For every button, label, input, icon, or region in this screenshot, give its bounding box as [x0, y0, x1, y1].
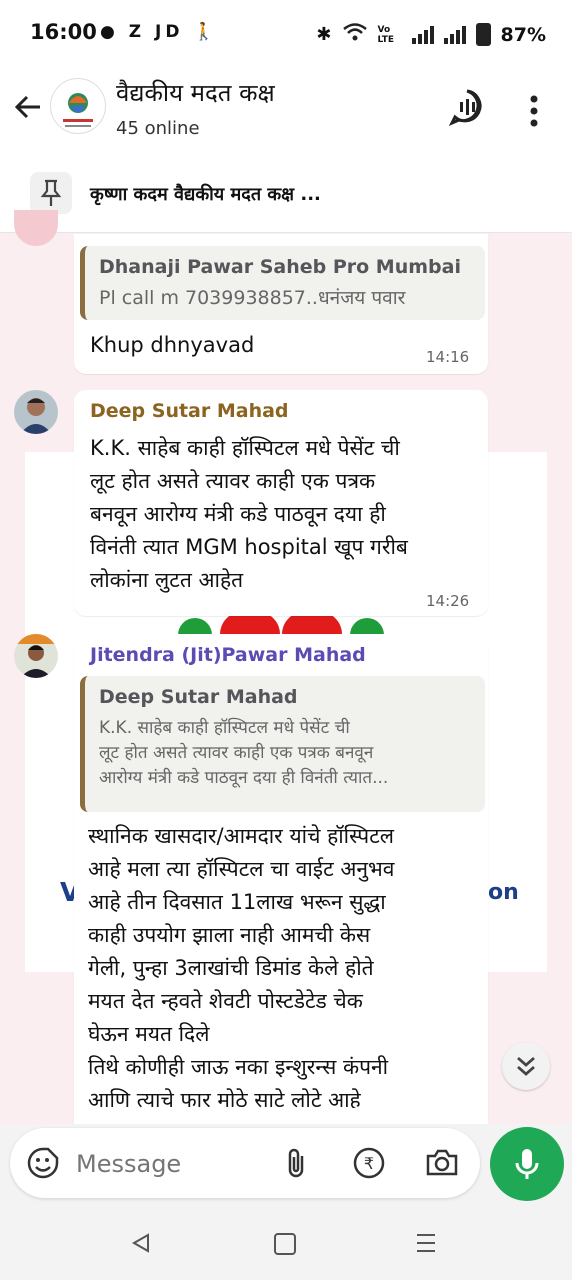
- status-left-icons: ● Z JD 🚶: [100, 22, 219, 42]
- emoji-icon[interactable]: [26, 1146, 60, 1180]
- message-line: आहे तीन दिवसात 11लाख भरून सुद्धा: [88, 890, 386, 914]
- system-nav-bar: [0, 1206, 572, 1280]
- svg-text:₹: ₹: [364, 1154, 374, 1173]
- avatar-partial: [14, 210, 58, 246]
- sender-name[interactable]: Jitendra (Jit)Pawar Mahad: [90, 644, 366, 666]
- pinned-message-text: कृष्णा कदम वैद्यकीय मदत कक्ष ...: [90, 184, 321, 205]
- nav-recents-icon[interactable]: [416, 1232, 436, 1258]
- mic-button[interactable]: [490, 1127, 564, 1201]
- microphone-icon: [515, 1149, 539, 1179]
- message-line: स्थानिक खासदार/आमदार यांचे हॉस्पिटल: [88, 824, 395, 848]
- quoted-line: K.K. साहेब काही हॉस्पिटल मधे पेसेंट ची: [99, 718, 350, 738]
- chat-header: वैद्यकीय मदत कक्ष 45 online: [0, 66, 572, 157]
- background-text: on: [488, 880, 519, 905]
- online-count: 45 online: [116, 118, 200, 139]
- bluetooth-icon: ✱: [316, 24, 332, 45]
- message-line: काही उपयोग झाला नाही आमची केस: [88, 923, 371, 947]
- avatar[interactable]: [14, 390, 58, 434]
- message-line: आहे मला त्या हॉस्पिटल चा वाईट अनुभव: [88, 857, 395, 881]
- message-line: K.K. साहेब काही हॉस्पिटल मधे पेसेंट ची: [90, 436, 400, 460]
- nav-back-icon[interactable]: [130, 1232, 152, 1258]
- message-line: लूट होत असते त्यावर काही एक पत्रक: [90, 469, 376, 493]
- message-line: लोकांना लुटत आहेत: [90, 568, 244, 592]
- message-time: 14:16: [426, 348, 470, 366]
- voice-chat-icon[interactable]: [448, 88, 486, 126]
- pin-icon: [30, 172, 72, 214]
- message-line: गेली, पुन्हा 3लाखांची डिमांड केले होते: [88, 956, 374, 980]
- message-bubble[interactable]: Dhanaji Pawar Saheb Pro Mumbai Pl call m…: [74, 234, 488, 374]
- message-composer[interactable]: ₹: [10, 1128, 480, 1198]
- message-bubble[interactable]: Deep Sutar Mahad K.K. साहेब काही हॉस्पिट…: [74, 390, 488, 616]
- walking-icon: 🚶: [193, 22, 219, 42]
- avatar[interactable]: [14, 634, 58, 678]
- status-time: 16:00: [30, 20, 97, 44]
- quoted-sender: Deep Sutar Mahad: [99, 686, 298, 708]
- pinned-message-bar[interactable]: कृष्णा कदम वैद्यकीय मदत कक्ष ...: [0, 156, 572, 233]
- message-line: विनंती त्यात MGM hospital खूप गरीब: [90, 535, 408, 559]
- signal-icon-2: [443, 25, 466, 44]
- message-text: Khup dhnyavad: [90, 333, 255, 357]
- message-input[interactable]: [74, 1144, 268, 1184]
- quoted-line: आरोग्य मंत्री कडे पाठवून दया ही विनंती त…: [99, 768, 389, 788]
- battery-icon: [475, 23, 491, 46]
- sender-name[interactable]: Deep Sutar Mahad: [90, 400, 289, 422]
- more-options-icon[interactable]: [524, 94, 544, 128]
- message-line: मयत देत न्हवते शेवटी पोस्टडेटेड चेक: [88, 989, 363, 1013]
- double-chevron-down-icon: [517, 1056, 535, 1076]
- chat-bubble-icon: ●: [100, 22, 119, 42]
- status-bar: 16:00 ● Z JD 🚶 ✱ Vo LTE 87%: [0, 0, 572, 66]
- message-line: बनवून आरोग्य मंत्री कडे पाठवून दया ही: [90, 502, 386, 526]
- message-time: 14:26: [426, 592, 470, 610]
- wifi-icon: [342, 22, 368, 47]
- message-line: आणि त्याचे फार मोठे साटे लोटे आहे: [88, 1088, 361, 1108]
- quoted-message[interactable]: Deep Sutar Mahad K.K. साहेब काही हॉस्पिट…: [80, 676, 485, 812]
- camera-icon[interactable]: [424, 1146, 460, 1180]
- nav-home-icon[interactable]: [274, 1233, 296, 1255]
- group-title[interactable]: वैद्यकीय मदत कक्ष: [116, 76, 275, 109]
- rupee-payment-icon[interactable]: ₹: [352, 1146, 386, 1180]
- scroll-to-bottom-button[interactable]: [502, 1042, 550, 1090]
- message-line: तिथे कोणीही जाऊ नका इन्शुरन्स कंपनी: [88, 1055, 389, 1079]
- quoted-message[interactable]: Dhanaji Pawar Saheb Pro Mumbai Pl call m…: [80, 246, 485, 320]
- message-bubble[interactable]: Jitendra (Jit)Pawar Mahad Deep Sutar Mah…: [74, 634, 488, 1124]
- signal-icon: [411, 25, 434, 44]
- back-arrow-icon[interactable]: [10, 92, 46, 128]
- group-avatar[interactable]: [50, 78, 106, 134]
- message-line: घेऊन मयत दिले: [88, 1022, 210, 1046]
- battery-percent: 87%: [500, 23, 546, 46]
- status-right-icons: ✱ Vo LTE 87%: [316, 22, 546, 47]
- attach-icon[interactable]: [282, 1146, 310, 1180]
- quoted-sender: Dhanaji Pawar Saheb Pro Mumbai: [99, 256, 461, 278]
- volte-icon: Vo LTE: [377, 24, 395, 45]
- quoted-line: लूट होत असते त्यावर काही एक पत्रक बनवून: [99, 743, 374, 763]
- status-left-text: Z JD: [128, 22, 184, 42]
- quoted-text: Pl call m 7039938857..धनंजय पवार: [99, 287, 406, 309]
